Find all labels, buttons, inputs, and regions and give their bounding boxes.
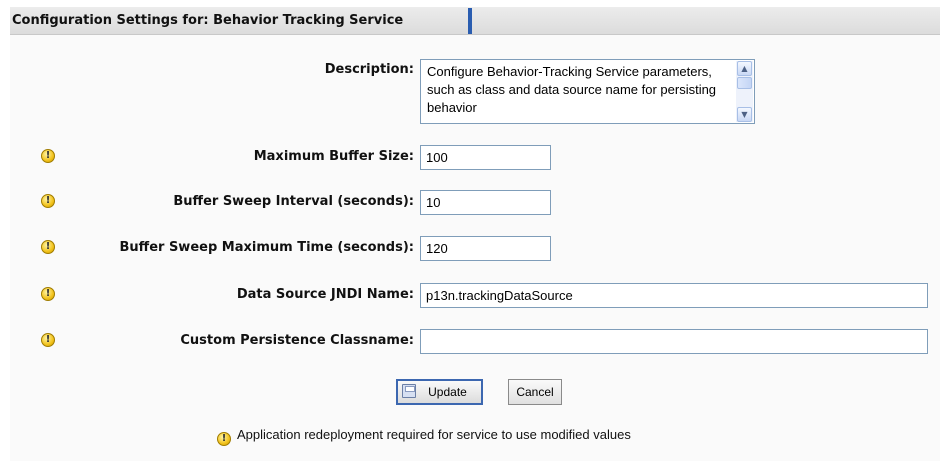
update-button[interactable]: Update (396, 379, 483, 405)
field-row-jndi-name: ! Data Source JNDI Name: p13n.trackingDa… (10, 281, 940, 309)
redeploy-note: ! Application redeployment required for s… (217, 426, 631, 446)
warning-icon: ! (41, 240, 55, 254)
buffer-sweep-interval-input[interactable]: 10 (420, 190, 551, 215)
field-label-sweep-interval: Buffer Sweep Interval (seconds): (173, 194, 414, 209)
field-row-max-buffer: ! Maximum Buffer Size: 100 (10, 143, 940, 171)
cancel-button-label: Cancel (516, 385, 554, 399)
warning-icon: ! (217, 432, 231, 446)
scroll-up-icon[interactable]: ▲ (737, 61, 752, 76)
data-source-jndi-name-input[interactable]: p13n.trackingDataSource (420, 283, 928, 308)
scroll-down-icon[interactable]: ▼ (737, 107, 752, 122)
description-label: Description: (324, 62, 414, 77)
description-scrollbar[interactable]: ▲ ▼ (736, 61, 753, 122)
field-label-sweep-max-time: Buffer Sweep Maximum Time (seconds): (119, 240, 415, 255)
max-buffer-size-input[interactable]: 100 (420, 145, 551, 170)
cancel-button[interactable]: Cancel (508, 379, 562, 405)
field-label-jndi-name: Data Source JNDI Name: (236, 287, 414, 302)
config-form: Description: Configure Behavior-Tracking… (10, 35, 940, 461)
field-label-persistence-classname: Custom Persistence Classname: (180, 333, 414, 348)
description-textarea[interactable]: Configure Behavior-Tracking Service para… (420, 59, 755, 124)
page-title: Configuration Settings for: Behavior Tra… (12, 13, 404, 28)
warning-icon: ! (41, 333, 55, 347)
page-header: Configuration Settings for: Behavior Tra… (10, 7, 940, 35)
redeploy-note-text: Application redeployment required for se… (237, 427, 631, 442)
warning-icon: ! (41, 287, 55, 301)
scroll-thumb[interactable] (737, 77, 752, 89)
description-text: Configure Behavior-Tracking Service para… (427, 64, 717, 115)
field-label-max-buffer: Maximum Buffer Size: (253, 149, 414, 164)
description-row: Description: Configure Behavior-Tracking… (10, 59, 940, 125)
save-icon (402, 384, 416, 398)
custom-persistence-classname-input[interactable] (420, 329, 928, 354)
update-button-label: Update (428, 385, 467, 399)
field-row-sweep-max-time: ! Buffer Sweep Maximum Time (seconds): 1… (10, 234, 940, 262)
header-accent-bar (468, 8, 472, 34)
field-row-sweep-interval: ! Buffer Sweep Interval (seconds): 10 (10, 188, 940, 216)
warning-icon: ! (41, 194, 55, 208)
warning-icon: ! (41, 149, 55, 163)
buffer-sweep-max-time-input[interactable]: 120 (420, 236, 551, 261)
field-row-persistence-classname: ! Custom Persistence Classname: (10, 327, 940, 355)
